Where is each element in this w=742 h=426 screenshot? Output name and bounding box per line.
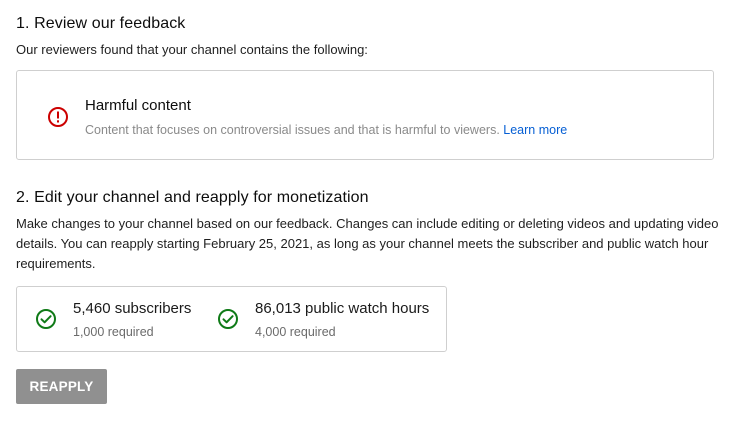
feedback-card: Harmful content Content that focuses on …: [16, 70, 714, 160]
subscribers-requirement: 5,460 subscribers 1,000 required: [17, 287, 207, 351]
alert-circle-icon: [47, 106, 69, 128]
watch-hours-count: 86,013 public watch hours: [255, 300, 430, 317]
watch-hours-requirement: 86,013 public watch hours 4,000 required: [207, 287, 447, 351]
feedback-issue-text: Content that focuses on controversial is…: [85, 123, 500, 137]
feedback-issue-title: Harmful content: [85, 97, 191, 114]
feedback-issue-description: Content that focuses on controversial is…: [85, 122, 567, 138]
reapply-button[interactable]: REAPPLY: [16, 369, 107, 404]
subscribers-count: 5,460 subscribers: [73, 300, 192, 317]
edit-channel-title: 2. Edit your channel and reapply for mon…: [16, 189, 369, 206]
subscribers-required: 1,000 required: [73, 325, 154, 339]
edit-channel-description: Make changes to your channel based on ou…: [16, 216, 719, 271]
watch-hours-required: 4,000 required: [255, 325, 336, 339]
review-feedback-title: 1. Review our feedback: [16, 15, 186, 32]
review-feedback-description: Our reviewers found that your channel co…: [16, 42, 368, 57]
learn-more-link[interactable]: Learn more: [503, 123, 567, 137]
check-circle-icon: [35, 308, 57, 330]
check-circle-icon: [217, 308, 239, 330]
requirements-card: 5,460 subscribers 1,000 required 86,013 …: [16, 286, 447, 352]
